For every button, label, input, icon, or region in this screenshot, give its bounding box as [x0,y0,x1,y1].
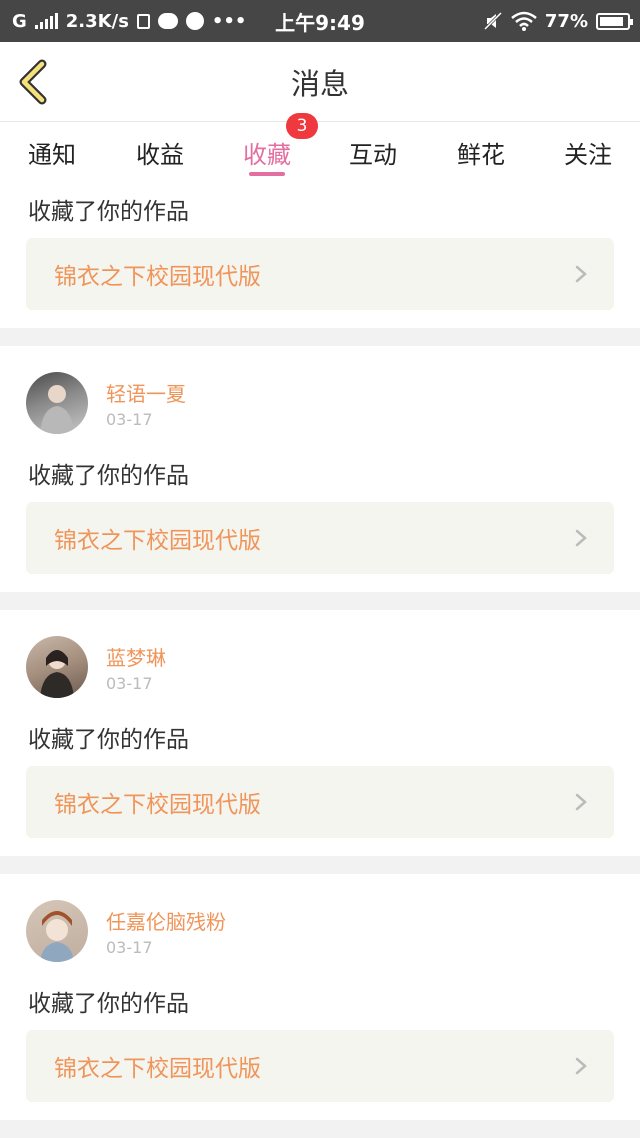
work-link[interactable]: 锦衣之下校园现代版 [26,766,614,838]
carrier-label: G [12,10,27,32]
status-left: G 2.3K/s ••• [12,0,246,42]
page-title: 消息 [290,67,349,101]
avatar[interactable] [26,372,88,434]
message-card: 任嘉伦脑残粉 03-17 收藏了你的作品 锦衣之下校园现代版 [0,874,640,1120]
tab-bar: 通知 收益 收藏 互动 鲜花 关注 [0,122,640,182]
message-text: 收藏了你的作品 [28,727,189,753]
globe-icon [185,12,204,30]
message-text: 收藏了你的作品 [28,463,189,489]
work-link[interactable]: 锦衣之下校园现代版 [26,502,614,574]
speed-label: 2.3K/s [65,10,129,32]
message-date: 03-17 [106,674,153,693]
tab-notifications[interactable]: 通知 [7,122,97,182]
tab-interactions[interactable]: 互动 [328,122,418,182]
signal-icon [34,13,58,29]
mute-icon [483,11,502,31]
message-card: 轻语一夏 03-17 收藏了你的作品 锦衣之下校园现代版 [0,346,640,592]
message-card: 蓝梦琳 03-17 收藏了你的作品 锦衣之下校园现代版 [0,610,640,856]
cat-icon [157,13,178,29]
more-notifications: ••• [211,10,247,32]
header: 消息 [0,42,640,122]
user-name[interactable]: 轻语一夏 [106,378,186,407]
active-tab-indicator [249,172,285,176]
status-right: 77% [483,0,633,42]
battery-icon [596,12,633,30]
user-name[interactable]: 任嘉伦脑残粉 [106,906,226,935]
wifi-icon [511,11,537,31]
tab-following[interactable]: 关注 [543,122,633,182]
favorites-count-badge: 3 [286,113,318,139]
user-name[interactable]: 蓝梦琳 [106,642,166,671]
avatar[interactable] [26,900,88,962]
message-date: 03-17 [106,410,153,429]
tab-flowers[interactable]: 鲜花 [436,122,526,182]
chevron-right-icon [575,265,587,283]
work-title: 锦衣之下校园现代版 [54,528,261,554]
message-date: 03-17 [106,938,153,957]
message-text: 收藏了你的作品 [28,199,189,225]
work-title: 锦衣之下校园现代版 [54,1056,261,1082]
avatar[interactable] [26,636,88,698]
message-text: 收藏了你的作品 [28,991,189,1017]
battery-label: 77% [544,10,588,32]
tab-earnings[interactable]: 收益 [115,122,205,182]
message-card: 收藏了你的作品 锦衣之下校园现代版 [0,182,640,328]
status-bar: G 2.3K/s ••• 上午9:49 77% [0,0,640,42]
chevron-right-icon [575,529,587,547]
chevron-right-icon [575,793,587,811]
work-link[interactable]: 锦衣之下校园现代版 [26,238,614,310]
chevron-right-icon [575,1057,587,1075]
work-title: 锦衣之下校园现代版 [54,792,261,818]
sd-icon [136,13,150,29]
work-link[interactable]: 锦衣之下校园现代版 [26,1030,614,1102]
work-title: 锦衣之下校园现代版 [54,264,261,290]
